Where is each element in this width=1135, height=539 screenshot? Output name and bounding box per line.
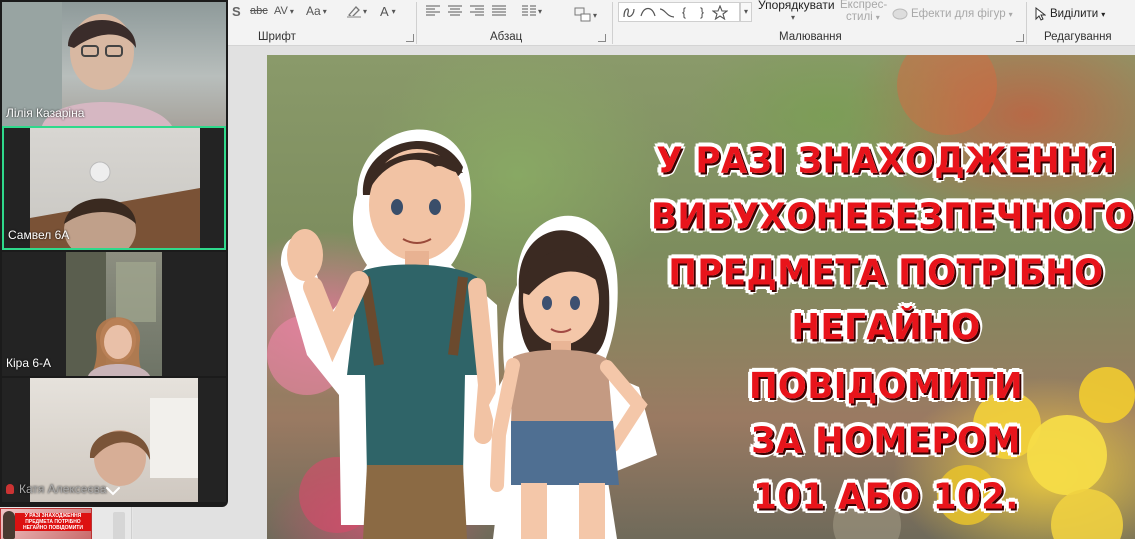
- chevron-down-icon: ▾: [1008, 9, 1013, 19]
- highlight-button[interactable]: ▾: [346, 0, 367, 22]
- font-color-button[interactable]: A ▾: [380, 0, 396, 22]
- participant-name: Лілія Казаріна: [6, 106, 85, 120]
- align-left-icon: [426, 5, 440, 16]
- ribbon-controls-row: S abc AV ▾ Aa ▾ ▾ A ▾ ▾ ▾ {} ▾ Упорядку…: [228, 0, 1135, 44]
- slide-canvas[interactable]: У РАЗІ ЗНАХОДЖЕННЯ ВИБУХОНЕБЕЗПЕЧНОГО ПР…: [267, 55, 1135, 539]
- slide-thumbnail[interactable]: У РАЗІ ЗНАХОДЖЕННЯ ПРЕДМЕТА ПОТРІБНО НЕГ…: [0, 508, 92, 539]
- chevron-down-icon: ▾: [791, 12, 796, 22]
- thumbnail-figure: [3, 511, 15, 539]
- chevron-down-icon: ▾: [875, 12, 880, 22]
- arrange-button[interactable]: Упорядкувати: [758, 0, 835, 14]
- slide-text-line: ЗА НОМЕРОМ: [751, 420, 1021, 462]
- participant-tile-active[interactable]: Самвел 6А: [2, 126, 226, 250]
- participant-name: Катя Алексеєва: [19, 482, 107, 496]
- font-dialog-launcher[interactable]: [406, 34, 414, 42]
- columns-button[interactable]: ▾: [522, 0, 542, 22]
- chevron-down-icon: ▾: [391, 6, 396, 16]
- group-label-editing: Редагування: [1044, 31, 1112, 43]
- slide-text-line: У РАЗІ ЗНАХОДЖЕННЯ: [656, 140, 1116, 182]
- align-right-button[interactable]: [470, 0, 484, 22]
- drawing-dialog-launcher[interactable]: [1016, 34, 1024, 42]
- freeform-shape-icon: [623, 8, 635, 18]
- slide-editor-area: У РАЗІ ЗНАХОДЖЕННЯ ВИБУХОНЕБЕЗПЕЧНОГО ПР…: [133, 46, 1135, 539]
- smartart-button[interactable]: ▾: [574, 4, 597, 26]
- paragraph-dialog-launcher[interactable]: [598, 34, 606, 42]
- strikethrough-label: abc: [250, 5, 268, 17]
- thumbnail-scrollbar[interactable]: [113, 512, 125, 539]
- group-label-paragraph: Абзац: [490, 31, 523, 43]
- participant-name: Кіра 6-А: [6, 356, 52, 370]
- arc-shape-icon: [640, 7, 656, 17]
- ribbon: S abc AV ▾ Aa ▾ ▾ A ▾ ▾ ▾ {} ▾ Упорядку…: [228, 0, 1135, 46]
- shapes-gallery[interactable]: { }: [618, 2, 740, 22]
- shapes-gallery-scroll[interactable]: ▾: [740, 2, 752, 22]
- change-case-button[interactable]: Aa ▾: [306, 0, 327, 22]
- smartart-icon: [574, 7, 591, 22]
- participant-video-frame: [66, 252, 156, 376]
- quick-styles-line2: стилі ▾: [846, 10, 880, 24]
- change-case-label: Aa: [306, 4, 321, 18]
- align-center-button[interactable]: [448, 0, 462, 22]
- left-brace-shape: {: [682, 5, 687, 19]
- chevron-down-icon: ▾: [538, 6, 543, 16]
- chevron-down-icon: ▾: [289, 6, 294, 16]
- shape-effects-icon: [892, 8, 908, 20]
- slide-text-line: НЕГАЙНО ПОВІДОМИТИ: [748, 306, 1024, 408]
- shape-effects-button[interactable]: Ефекти для фігур ▾: [892, 3, 1013, 25]
- chevron-down-icon[interactable]: [104, 484, 122, 498]
- character-spacing-label: AV: [274, 5, 288, 17]
- justify-button[interactable]: [492, 0, 506, 22]
- justify-icon: [492, 5, 506, 16]
- columns-icon: [522, 5, 536, 16]
- shape-effects-label: Ефекти для фігур: [911, 8, 1006, 20]
- participant-video: [66, 252, 162, 376]
- slide-text-line: 101 АБО 102.: [753, 476, 1019, 518]
- separator: [612, 2, 613, 44]
- participant-name: Самвел 6А: [8, 228, 70, 242]
- star-shape-icon: [712, 4, 729, 20]
- mic-off-icon: [6, 484, 14, 494]
- strikethrough-button[interactable]: abc: [250, 0, 268, 22]
- chevron-down-icon: ▾: [322, 6, 327, 16]
- highlighter-icon: [347, 6, 361, 18]
- select-button[interactable]: Виділити ▾: [1034, 3, 1105, 25]
- slide-text-line: ВИБУХОНЕБЕЗПЕЧНОГО: [651, 196, 1134, 238]
- separator: [1026, 2, 1027, 44]
- participant-tile[interactable]: Кіра 6-А: [2, 252, 226, 376]
- quick-styles-label-2: стилі: [846, 11, 873, 23]
- align-left-button[interactable]: [426, 0, 440, 22]
- shadow-button[interactable]: S: [232, 0, 241, 22]
- cursor-arrow-icon: [1035, 7, 1046, 21]
- group-label-drawing: Малювання: [779, 31, 842, 43]
- thumbnail-line: НЕГАЙНО ПОВІДОМИТИ: [23, 525, 83, 531]
- participant-tile[interactable]: Лілія Казаріна: [2, 2, 226, 126]
- thumbnail-text: У РАЗІ ЗНАХОДЖЕННЯ ПРЕДМЕТА ПОТРІБНО НЕГ…: [15, 513, 91, 531]
- align-center-icon: [448, 5, 462, 16]
- separator: [416, 30, 417, 44]
- select-label: Виділити: [1050, 8, 1099, 20]
- slide-title-block[interactable]: У РАЗІ ЗНАХОДЖЕННЯ ВИБУХОНЕБЕЗПЕЧНОГО ПР…: [651, 133, 1134, 525]
- character-spacing-button[interactable]: AV ▾: [274, 0, 294, 22]
- video-call-panel: Лілія Казаріна Самвел 6А Кіра 6-А Катя А…: [0, 0, 228, 507]
- font-color-label: A: [380, 3, 389, 19]
- chevron-down-icon: ▾: [743, 7, 748, 16]
- chevron-down-icon: ▾: [1101, 9, 1106, 19]
- curve-shape-icon: [659, 8, 675, 18]
- arrange-label: Упорядкувати: [758, 0, 835, 12]
- participant-name-muted: Катя Алексеєва: [6, 482, 107, 496]
- chevron-down-icon: ▾: [593, 10, 598, 20]
- slide-text-line: ПРЕДМЕТА ПОТРІБНО: [668, 252, 1104, 294]
- chevron-down-icon: ▾: [363, 6, 368, 16]
- right-brace-shape: }: [700, 5, 705, 19]
- align-right-icon: [470, 5, 484, 16]
- group-label-font: Шрифт: [258, 31, 296, 43]
